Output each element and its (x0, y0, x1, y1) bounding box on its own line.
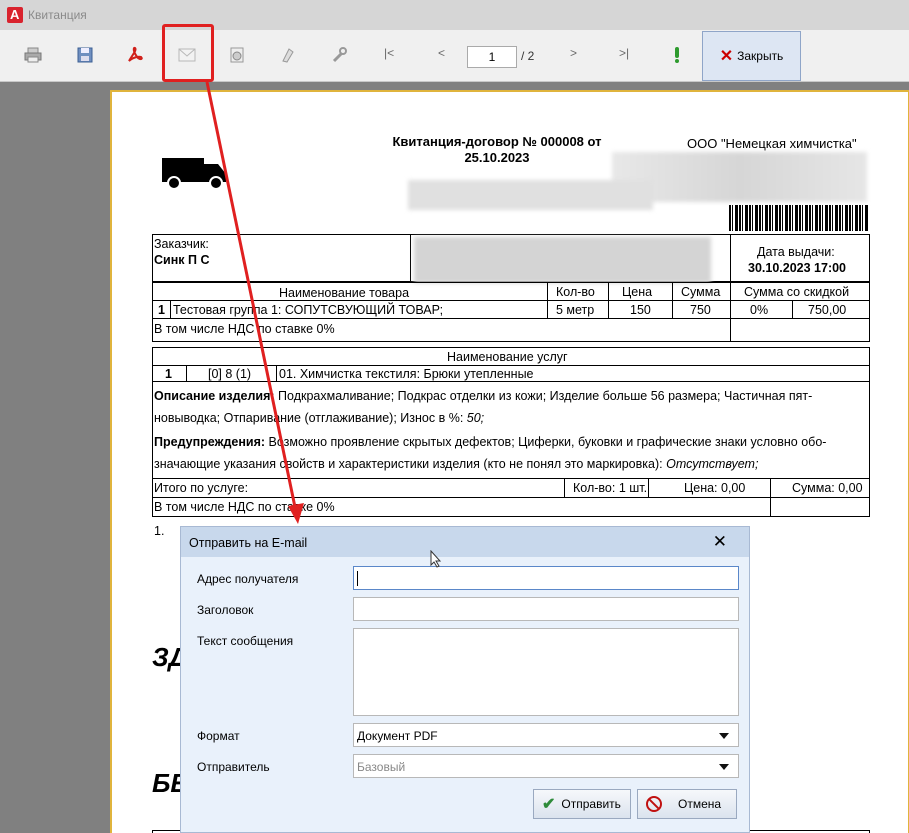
goods-row-discount-sum: 750,00 (808, 303, 847, 317)
goods-row-qty: 5 метр (556, 303, 595, 317)
sign-icon[interactable] (276, 42, 302, 68)
recipient-label: Адрес получателя (197, 572, 299, 586)
document-title: Квитанция-договор № 000008 от 25.10.2023 (392, 134, 602, 165)
exclamation-icon[interactable] (664, 42, 690, 68)
close-icon: ✕ (719, 48, 734, 65)
warnings: Предупреждения: Возможно проявление скры… (154, 435, 827, 449)
prev-page-button[interactable]: < (438, 46, 445, 60)
title-bar: A Квитанция (0, 0, 909, 30)
issue-date-label: Дата выдачи: (757, 245, 835, 259)
issue-date: 30.10.2023 17:00 (748, 261, 847, 275)
chevron-down-icon (719, 733, 729, 739)
goods-header-sum: Сумма (681, 285, 721, 299)
goods-row-price: 150 (630, 303, 651, 317)
settings-wrench-icon[interactable] (326, 42, 352, 68)
message-label: Текст сообщения (197, 634, 294, 648)
dialog-close-icon[interactable]: ✕ (713, 532, 727, 552)
goods-row-discount: 0% (750, 303, 769, 317)
cancel-button-label: Отмена (678, 797, 722, 811)
services-header: Наименование услуг (447, 350, 568, 364)
service-row-num: 1 (165, 367, 172, 381)
send-button-label: Отправить (561, 797, 621, 811)
sender-select[interactable]: Базовый (353, 754, 739, 778)
text-caret (357, 571, 358, 586)
toolbar: |< < 1 / 2 > >| ✕ Закрыть (0, 30, 909, 82)
service-total-sum: Сумма: 0,00 (792, 481, 863, 495)
service-row-name: 01. Химчистка текстиля: Брюки утепленные (279, 367, 534, 381)
sender-value: Базовый (357, 760, 406, 774)
cancel-button[interactable]: Отмена (637, 789, 737, 819)
message-textarea[interactable] (353, 628, 739, 716)
goods-header-discount-sum: Сумма со скидкой (744, 285, 850, 299)
sender-label: Отправитель (197, 760, 270, 774)
goods-row-num: 1 (158, 303, 165, 317)
service-row-code: [0] 8 (1) (208, 367, 252, 381)
email-dialog: Отправить на E-mail ✕ Адрес получателя З… (180, 526, 750, 833)
window-title: Квитанция (28, 8, 87, 22)
print-icon[interactable] (20, 42, 46, 68)
next-page-button[interactable]: > (570, 46, 577, 60)
export-icon[interactable] (224, 42, 250, 68)
close-button-label: Закрыть (737, 49, 784, 63)
app-logo-icon: A (7, 7, 23, 23)
goods-row-name: Тестовая группа 1: СОПУТСВУЮЩИЙ ТОВАР; (173, 303, 444, 317)
goods-vat: В том числе НДС по ставке 0% (154, 322, 335, 336)
redacted-block (408, 180, 653, 210)
company-name: ООО "Немецкая химчистка" (687, 136, 857, 151)
format-select[interactable]: Документ PDF (353, 723, 739, 747)
first-page-button[interactable]: |< (384, 46, 394, 60)
page-total: / 2 (521, 49, 535, 63)
last-page-button[interactable]: >| (619, 46, 629, 60)
save-icon[interactable] (72, 42, 98, 68)
email-button-highlight (162, 24, 214, 82)
item-description-cont: новыводка; Отпаривание (отглаживание); И… (154, 411, 485, 425)
barcode (729, 205, 869, 231)
warnings-cont: значающие указания свойств и характерист… (154, 457, 759, 471)
close-button[interactable]: ✕ Закрыть (702, 31, 801, 81)
format-label: Формат (197, 729, 240, 743)
subject-label: Заголовок (197, 603, 254, 617)
subject-input[interactable] (353, 597, 739, 621)
chevron-down-icon (719, 764, 729, 770)
page-number-input[interactable]: 1 (467, 46, 517, 68)
goods-header-name: Наименование товара (279, 286, 410, 300)
truck-logo-icon (162, 158, 226, 190)
customer-label: Заказчик: (154, 237, 209, 251)
format-value: Документ PDF (357, 729, 438, 743)
checkmark-icon: ✔ (542, 796, 556, 813)
send-button[interactable]: ✔ Отправить (533, 789, 631, 819)
list-number: 1. (154, 524, 165, 538)
goods-row-sum: 750 (690, 303, 711, 317)
pdf-export-icon[interactable] (122, 42, 148, 68)
service-total-label: Итого по услуге: (154, 481, 249, 495)
goods-header-price: Цена (622, 285, 653, 299)
dialog-title: Отправить на E-mail (189, 536, 308, 550)
service-total-price: Цена: 0,00 (684, 481, 746, 495)
customer-name: Синк П С (154, 253, 210, 267)
cancel-icon (646, 796, 662, 812)
recipient-input[interactable] (353, 566, 739, 590)
dialog-title-bar: Отправить на E-mail ✕ (181, 527, 749, 557)
redacted-block (414, 237, 711, 283)
item-description: Описание изделия: Подкрахмаливание; Подк… (154, 389, 813, 403)
goods-header-qty: Кол-во (556, 285, 595, 299)
mouse-cursor-icon (430, 550, 442, 568)
service-total-qty: Кол-во: 1 шт. (573, 481, 648, 495)
services-vat: В том числе НДС по ставке 0% (154, 500, 335, 514)
